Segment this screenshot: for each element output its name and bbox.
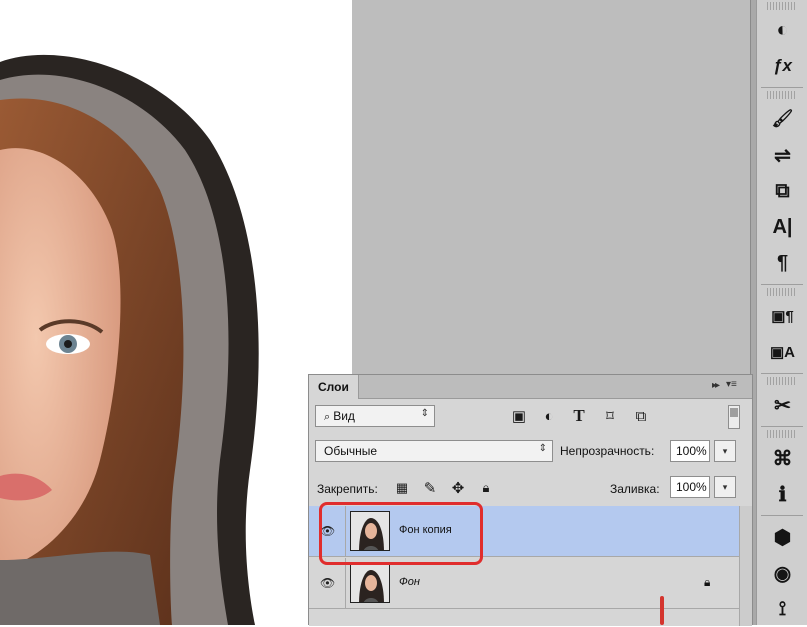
opacity-label: Непрозрачность: [560, 444, 655, 458]
fill-dropdown-button[interactable]: ▾ [714, 476, 736, 498]
clone-source-icon[interactable]: ⧉ [757, 173, 807, 209]
blend-mode-select[interactable]: Обычные ⇕ [315, 440, 553, 462]
dock-separator [761, 515, 803, 516]
libraries-icon[interactable]: ⌘ [757, 440, 807, 476]
layers-scrollbar[interactable] [739, 506, 752, 626]
lock-position-icon[interactable]: ✥ [449, 479, 467, 497]
filter-adjustment-icon[interactable]: ◐ [540, 407, 558, 425]
filter-kind-value: Вид [333, 409, 355, 423]
red-annotation-stroke [660, 596, 664, 625]
dock-separator [761, 284, 803, 285]
dock-separator [761, 87, 803, 88]
updown-icon: ⇕ [538, 443, 547, 454]
brush-settings-icon[interactable]: ⇌ [757, 137, 807, 173]
filter-toggle-switch[interactable] [728, 405, 740, 429]
filter-pixel-icon[interactable]: ▣ [510, 407, 528, 425]
dock-grip[interactable] [767, 2, 797, 10]
tool-presets-icon[interactable]: ✂ [757, 387, 807, 423]
lock-label: Закрепить: [317, 482, 378, 496]
dock-grip[interactable] [767, 91, 797, 99]
highlight-annotation [319, 502, 483, 565]
layer-thumbnail[interactable] [350, 563, 390, 603]
search-icon: ⌕ [324, 411, 334, 423]
updown-icon: ⇕ [420, 408, 429, 419]
lock-transparent-pixels-icon[interactable]: ▦ [393, 479, 411, 497]
scene-icon[interactable]: ⟟ [757, 591, 807, 627]
dock-grip[interactable] [767, 288, 797, 296]
layer-name[interactable]: Фон [399, 576, 420, 588]
paragraph-styles-icon[interactable]: ▣A [757, 334, 807, 370]
filter-smart-object-icon[interactable]: ⧉ [632, 407, 650, 425]
fill-label: Заливка: [610, 482, 660, 496]
filter-toggle-knob [730, 408, 738, 417]
layer-row-fon[interactable]: 👁︎ Фон 🔒︎ [309, 558, 739, 609]
dock-grip[interactable] [767, 430, 797, 438]
info-icon[interactable]: ℹ [757, 476, 807, 512]
eye-column-divider [345, 558, 346, 609]
character-icon[interactable]: A| [757, 209, 807, 245]
document-canvas[interactable] [0, 0, 352, 625]
layers-panel: Слои ▸▸ ▾≡ ⌕ Вид ⇕ ▣ ◐ T ⌑ ⧉ Обычные ⇕ Н… [308, 374, 753, 626]
collapse-panel-icon[interactable]: ▸▸ [712, 380, 720, 391]
tab-layers[interactable]: Слои [309, 375, 359, 399]
lock-image-pixels-icon[interactable]: ✎ [421, 479, 439, 497]
opacity-dropdown-button[interactable]: ▾ [714, 440, 736, 462]
layer-filter-kind-select[interactable]: ⌕ Вид ⇕ [315, 405, 435, 427]
visibility-eye-icon[interactable]: 👁︎ [320, 576, 335, 590]
panel-menu-icon[interactable]: ▾≡ [726, 379, 746, 393]
blend-mode-value: Обычные [324, 444, 378, 458]
dock-grip[interactable] [767, 377, 797, 385]
panel-tabbar: Слои ▸▸ ▾≡ [309, 375, 752, 399]
paragraph-icon[interactable]: ¶ [757, 245, 807, 281]
filter-type-icon[interactable]: T [570, 406, 588, 425]
dock-separator [761, 373, 803, 374]
character-styles-icon[interactable]: ▣¶ [757, 298, 807, 334]
fill-input[interactable]: 100% [670, 476, 710, 498]
adjustments-icon[interactable]: ◐ [757, 12, 807, 48]
layer-lock-icon: 🔒︎ [704, 575, 711, 589]
opacity-input[interactable]: 100% [670, 440, 710, 462]
panel-dock: ◐ ƒx 🖌 ⇌ ⧉ A| ¶ ▣¶ ▣A ✂ ⌘ ℹ ⬢ ◉ ⟟ [756, 0, 807, 625]
lock-all-icon[interactable]: 🔒︎ [477, 479, 495, 497]
materials-icon[interactable]: ◉ [757, 555, 807, 591]
3d-icon[interactable]: ⬢ [757, 519, 807, 555]
dock-separator [761, 426, 803, 427]
brush-presets-icon[interactable]: 🖌 [757, 101, 807, 137]
fx-icon[interactable]: ƒx [757, 48, 807, 84]
portrait-image [0, 55, 259, 625]
filter-shape-icon[interactable]: ⌑ [601, 407, 619, 425]
